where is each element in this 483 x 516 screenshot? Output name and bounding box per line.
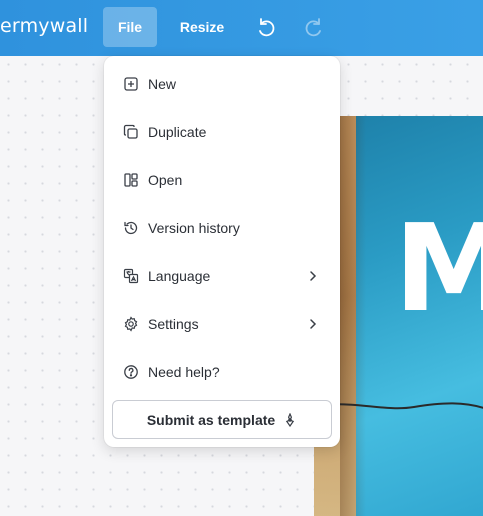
brand-logo-text[interactable]: ermywall [0, 15, 88, 37]
top-toolbar: ermywall File Resize [0, 0, 483, 56]
menu-item-label: Language [148, 268, 211, 284]
resize-button[interactable]: Resize [170, 7, 234, 47]
gear-icon [123, 316, 139, 332]
menu-item-settings[interactable]: Settings [104, 304, 340, 344]
menu-item-need-help[interactable]: Need help? [104, 352, 340, 392]
language-icon [123, 268, 139, 284]
menu-item-label: Duplicate [148, 124, 207, 140]
menu-item-language[interactable]: Language [104, 256, 340, 296]
poster-shadow-edge [340, 116, 366, 516]
open-layout-icon [123, 172, 139, 188]
help-icon [123, 364, 139, 380]
undo-icon[interactable] [254, 15, 278, 39]
chevron-right-icon [308, 318, 318, 330]
menu-item-label: Need help? [148, 364, 220, 380]
menu-item-new[interactable]: New [104, 64, 340, 104]
menu-item-label: New [148, 76, 177, 92]
redo-icon[interactable] [302, 15, 326, 39]
menu-item-label: Version history [148, 220, 240, 236]
menu-item-open[interactable]: Open [104, 160, 340, 200]
poster-letter-graphic: M [394, 200, 483, 339]
template-sparkle-icon [283, 412, 297, 427]
file-menu-button[interactable]: File [103, 7, 157, 47]
submit-as-template-button[interactable]: Submit as template [112, 400, 332, 439]
menu-item-label: Open [148, 172, 183, 188]
file-dropdown-menu: New Duplicate Open Version history Langu… [104, 56, 340, 447]
submit-as-template-label: Submit as template [146, 411, 276, 428]
chevron-right-icon [308, 270, 318, 282]
duplicate-icon [123, 124, 139, 140]
menu-item-version-history[interactable]: Version history [104, 208, 340, 248]
history-icon [123, 220, 139, 236]
plus-square-icon [123, 76, 139, 92]
menu-item-label: Settings [148, 316, 199, 332]
menu-item-duplicate[interactable]: Duplicate [104, 112, 340, 152]
